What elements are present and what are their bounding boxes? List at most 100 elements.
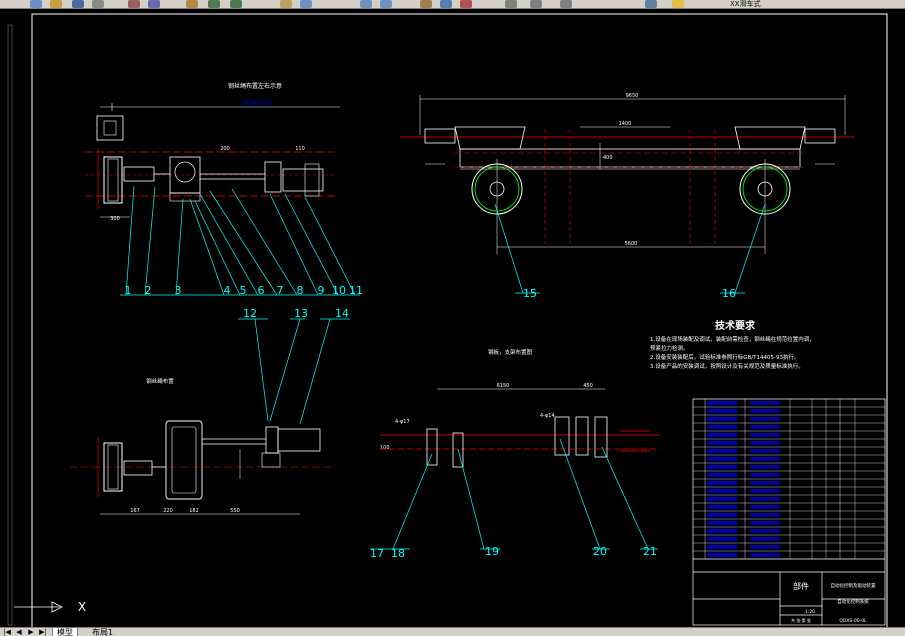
bom-cell-text [707,553,737,557]
bom-cell-text [750,457,780,461]
bom-cell-text [707,449,737,453]
bom-cell-text [750,545,780,549]
tool-palettes-icon[interactable] [460,0,472,8]
zoom-realtime-icon[interactable] [300,0,312,8]
properties-icon[interactable] [420,0,432,8]
bom-cell-text [707,497,737,501]
callout-10: 10 [332,284,346,297]
callout-16: 16 [722,287,736,300]
callout-13: 13 [294,307,308,320]
callout-14: 14 [335,307,349,320]
svg-text:300: 300 [110,216,120,222]
prev-tab-button[interactable]: ◀ [14,628,24,636]
bom-cell-text [750,473,780,477]
bom-cell-text [707,425,737,429]
bom-cell-text [750,433,780,437]
bom-rows [693,399,885,559]
table-style-icon[interactable] [560,0,572,8]
cut-icon[interactable] [128,0,140,8]
callout-11: 11 [349,284,363,297]
lower-dim-3: 182 [189,508,199,514]
middle-center-title: 钢板，支架布置图 [488,348,533,356]
callout-12: 12 [243,307,257,320]
callout-2: 2 [145,284,152,297]
text-style-icon[interactable] [505,0,517,8]
title-sheet: 共 张 第 张 [791,617,811,623]
bom-cell-text [750,417,780,421]
callout-5: 5 [240,284,247,297]
bom-cell-text [750,441,780,445]
callout-21: 21 [643,545,657,558]
callout-7: 7 [277,284,284,297]
bom-cell-text [750,537,780,541]
callout-4: 4 [224,284,231,297]
middle-dim-2: 4-φ17 [395,419,410,425]
bom-cell-text [750,449,780,453]
bom-cell-text [707,401,737,405]
zoom-window-icon[interactable] [360,0,372,8]
dim-style-icon[interactable] [530,0,542,8]
tech-req-text: 1.设备在现场装配及调试，装配前需检查，钢丝绳在规范位置内调， 预紧拉力检测。 … [650,335,815,370]
bom-cell-text [750,513,780,517]
top-dim-label: 2709(±5) [242,100,271,107]
tab-layout1[interactable]: 布局1 [88,628,117,636]
bom-cell-text [707,489,737,493]
tech-req-line-2: 预紧拉力检测。 [650,344,689,352]
bom-cell-text [750,465,780,469]
next-tab-button[interactable]: ▶ [26,628,36,636]
bom-cell-text [707,409,737,413]
lower-dim-2: 220 [163,508,173,514]
bom-cell-text [750,409,780,413]
drawing-canvas[interactable]: 钢丝绳布置左右示意 2709(±5) 300 200 110 1 2 3 4 5… [0,9,905,630]
tech-req-line-3: 2.设备安装装配后，试验标准参照行标GB/T14405-93执行。 [650,353,799,361]
pan-icon[interactable] [280,0,292,8]
layer-state-icon[interactable] [672,0,684,8]
zoom-previous-icon[interactable] [380,0,392,8]
bom-cell-text [707,545,737,549]
callout-19: 19 [485,545,499,558]
last-tab-button[interactable]: ▶| [38,628,48,636]
new-icon[interactable] [30,0,42,8]
tab-model[interactable]: 模型 [52,628,78,636]
middle-dim-3: 450 [583,383,593,389]
bom-cell-text [750,489,780,493]
print-icon[interactable] [92,0,104,8]
middle-dim-1: 6150 [497,383,510,389]
open-icon[interactable] [50,0,62,8]
design-center-icon[interactable] [440,0,452,8]
tech-req-line-4: 3.设备产品的安装调试，按照设计及有关规范及质量标准执行。 [650,362,804,370]
tech-req-line-1: 1.设备在现场装配及调试，装配前需检查，钢丝绳在规范位置内调， [650,335,815,343]
right-dim-top: 9650 [626,93,639,99]
paste-icon[interactable] [186,0,198,8]
undo-icon[interactable] [208,0,220,8]
save-icon[interactable] [72,0,84,8]
bom-cell-text [750,529,780,533]
callout-6: 6 [258,284,265,297]
title-scale: 1:20 [805,609,815,615]
redo-icon[interactable] [230,0,242,8]
bom-cell-text [707,417,737,421]
tech-req-title: 技术要求 [715,319,756,332]
layer-name[interactable]: XX滑车式 [730,0,761,9]
bom-cell-text [707,505,737,509]
bom-cell-text [750,401,780,405]
first-tab-button[interactable]: |◀ [2,628,12,636]
bom-cell-text [750,553,780,557]
copy-icon[interactable] [148,0,160,8]
bom-cell-text [750,505,780,509]
callout-3: 3 [175,284,182,297]
middle-left-title: 钢丝绳布置 [146,377,174,385]
bom-cell-text [750,521,780,525]
layout-tab-bar: |◀ ◀ ▶ ▶| 模型 布局1 [0,627,905,636]
layer-icon[interactable] [645,0,657,8]
bom-cell-text [707,473,737,477]
title-code: QDXS-00-0L [839,618,867,624]
bom-cell-text [707,457,737,461]
bom-cell-text [707,529,737,533]
right-dim-bottom: 5600 [625,241,638,247]
callout-15: 15 [523,287,537,300]
svg-text:200: 200 [220,146,230,152]
axis-label: X [78,600,86,614]
middle-dim-5: 100 [380,445,390,451]
svg-text:110: 110 [295,146,305,152]
